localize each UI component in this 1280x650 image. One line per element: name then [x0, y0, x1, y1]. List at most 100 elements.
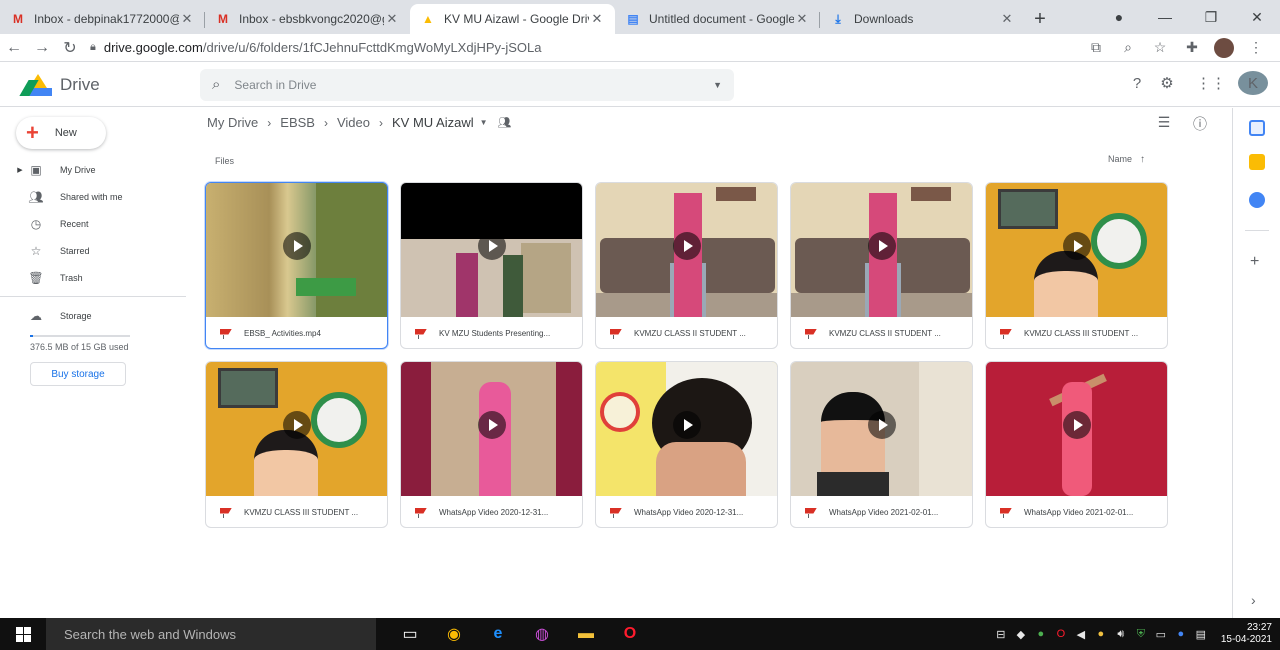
file-card[interactable]: KV MZU Students Presenting... — [400, 182, 583, 349]
app-tray-icon[interactable]: ◆ — [1011, 628, 1031, 641]
new-button[interactable]: + New — [16, 117, 106, 149]
chevron-right-icon[interactable]: › — [1251, 592, 1256, 608]
clock-time: 23:27 — [1246, 622, 1272, 633]
keep-icon[interactable] — [1249, 154, 1265, 170]
network-icon[interactable]: ⊟ — [991, 628, 1011, 641]
address-bar-actions: ⧉ ⌕ ☆ ✚ ⋮ — [1080, 37, 1280, 58]
zoom-icon[interactable]: ⌕ — [1112, 39, 1144, 56]
display-icon[interactable]: ▭ — [1151, 628, 1171, 641]
search-icon[interactable]: ⌕ — [212, 76, 220, 93]
video-thumbnail — [206, 183, 387, 317]
tab-title: KV MU Aizawl - Google Drive — [444, 12, 589, 26]
browser-menu-icon[interactable]: ⋮ — [1240, 39, 1272, 56]
speaker-icon[interactable]: 🔊︎ — [1111, 628, 1131, 641]
close-tab-icon[interactable]: ✕ — [384, 11, 400, 27]
minimize-icon[interactable]: — — [1142, 0, 1188, 34]
window-controls: ● — ❐ ✕ — [1096, 0, 1280, 34]
settings-gear-icon[interactable]: ⚙ — [1152, 74, 1182, 92]
tab-search-icon[interactable]: ● — [1096, 0, 1142, 34]
sidebar-item-recent[interactable]: ◷ Recent — [0, 210, 186, 237]
url-field[interactable]: 🔒︎ drive.google.com/drive/u/6/folders/1f… — [90, 35, 1080, 61]
breadcrumb-item[interactable]: Video — [337, 115, 370, 130]
search-options-icon[interactable]: ▼ — [713, 80, 722, 90]
file-explorer-icon[interactable]: ▬ — [564, 618, 608, 650]
close-tab-icon[interactable]: ✕ — [999, 11, 1015, 27]
video-thumbnail — [986, 183, 1167, 317]
help-icon[interactable]: ? — [1122, 75, 1152, 92]
chrome-tray-icon[interactable]: ● — [1171, 628, 1191, 640]
lock-icon[interactable]: 🔒︎ — [90, 41, 96, 54]
opera-icon[interactable]: O — [608, 618, 652, 650]
breadcrumb-item[interactable]: My Drive — [207, 115, 258, 130]
tab-gmail-2[interactable]: M Inbox - ebsbkvongc2020@gm ✕ — [205, 4, 410, 34]
play-icon — [672, 411, 701, 439]
close-tab-icon[interactable]: ✕ — [179, 11, 195, 27]
expand-arrow-icon[interactable]: ▶ — [14, 166, 26, 174]
play-icon — [867, 411, 896, 439]
bookmark-star-icon[interactable]: ☆ — [1144, 39, 1176, 56]
media-player-icon[interactable]: ◍ — [520, 618, 564, 650]
sidebar-item-starred[interactable]: ☆ Starred — [0, 237, 186, 264]
tab-downloads[interactable]: ⤓ Downloads ✕ — [820, 4, 1025, 34]
forward-icon[interactable]: → — [28, 39, 56, 57]
drive-logo[interactable]: Drive — [0, 73, 200, 96]
clock[interactable]: 23:27 15-04-2021 — [1221, 622, 1272, 646]
task-view-icon[interactable]: ▭ — [388, 618, 432, 650]
account-avatar[interactable]: K — [1238, 71, 1268, 95]
profile-avatar[interactable] — [1214, 37, 1234, 58]
file-card[interactable]: WhatsApp Video 2021-02-01... — [985, 361, 1168, 528]
back-icon[interactable]: ← — [0, 39, 28, 57]
shared-folder-icon[interactable]: 👥︎ — [498, 116, 512, 129]
tab-docs[interactable]: ▤ Untitled document - Google ✕ — [615, 4, 820, 34]
sidebar-item-shared[interactable]: 👥︎ Shared with me — [0, 183, 186, 210]
tray-icon[interactable]: ● — [1091, 628, 1111, 640]
opera-tray-icon[interactable]: O — [1051, 628, 1071, 640]
apps-grid-icon[interactable]: ⋮⋮ — [1196, 74, 1226, 92]
sidebar-item-storage[interactable]: ☁ Storage — [0, 302, 186, 329]
taskbar-search-input[interactable]: Search the web and Windows — [46, 618, 376, 650]
folder-menu-caret-icon[interactable]: ▼ — [480, 118, 488, 127]
chrome-icon[interactable]: ◉ — [432, 618, 476, 650]
volume-icon[interactable]: ◀ — [1071, 628, 1091, 641]
tab-drive[interactable]: ▲ KV MU Aizawl - Google Drive ✕ — [410, 4, 615, 34]
sidebar-item-my-drive[interactable]: ▶ ▣ My Drive — [0, 156, 186, 183]
sidebar-item-trash[interactable]: 🗑︎ Trash — [0, 264, 186, 291]
close-tab-icon[interactable]: ✕ — [794, 11, 810, 27]
windows-logo-icon — [15, 626, 31, 642]
sort-control[interactable]: Name ↑ — [1108, 154, 1145, 165]
restore-icon[interactable]: ❐ — [1188, 0, 1234, 34]
new-tab-button[interactable]: + — [1025, 4, 1055, 34]
file-card[interactable]: WhatsApp Video 2020-12-31... — [595, 361, 778, 528]
list-view-icon[interactable]: ☰ — [1146, 114, 1182, 134]
file-card[interactable]: EBSB_ Activities.mp4 — [205, 182, 388, 349]
file-card[interactable]: WhatsApp Video 2020-12-31... — [400, 361, 583, 528]
buy-storage-button[interactable]: Buy storage — [30, 362, 126, 386]
reload-icon[interactable]: ↻ — [56, 38, 84, 58]
breadcrumb-item[interactable]: EBSB — [280, 115, 315, 130]
notifications-icon[interactable]: ▤ — [1191, 628, 1211, 641]
drive-header: Drive ⌕ Search in Drive ▼ ? ⚙ ⋮⋮ K — [0, 63, 1280, 107]
edge-icon[interactable]: e — [476, 618, 520, 650]
file-card[interactable]: KVMZU CLASS II STUDENT ... — [595, 182, 778, 349]
tab-gmail-1[interactable]: M Inbox - debpinak1772000@g ✕ — [0, 4, 205, 34]
file-card[interactable]: KVMZU CLASS III STUDENT ... — [205, 361, 388, 528]
search-input[interactable]: ⌕ Search in Drive ▼ — [200, 68, 734, 101]
extensions-icon[interactable]: ✚ — [1176, 39, 1208, 56]
play-icon — [282, 411, 311, 439]
install-app-icon[interactable]: ⧉ — [1080, 39, 1112, 56]
security-shield-icon[interactable]: ⛨ — [1131, 628, 1151, 641]
calendar-icon[interactable] — [1249, 120, 1265, 136]
system-tray: ⊟ ◆ ● O ◀ ● 🔊︎ ⛨ ▭ ● ▤ 23:27 15-04-2021 — [991, 618, 1272, 650]
sort-ascending-icon[interactable]: ↑ — [1140, 154, 1145, 165]
file-card[interactable]: WhatsApp Video 2021-02-01... — [790, 361, 973, 528]
tasks-icon[interactable] — [1249, 192, 1265, 208]
start-button[interactable] — [0, 618, 46, 650]
get-addons-icon[interactable]: + — [1250, 253, 1259, 271]
file-card[interactable]: KVMZU CLASS III STUDENT ... — [985, 182, 1168, 349]
close-tab-icon[interactable]: ✕ — [589, 11, 605, 27]
details-info-icon[interactable]: ⓘ — [1182, 114, 1218, 134]
tray-icon-green[interactable]: ● — [1031, 628, 1051, 640]
close-window-icon[interactable]: ✕ — [1234, 0, 1280, 34]
file-card[interactable]: KVMZU CLASS II STUDENT ... — [790, 182, 973, 349]
breadcrumb-current-folder[interactable]: KV MU Aizawl — [392, 115, 474, 130]
